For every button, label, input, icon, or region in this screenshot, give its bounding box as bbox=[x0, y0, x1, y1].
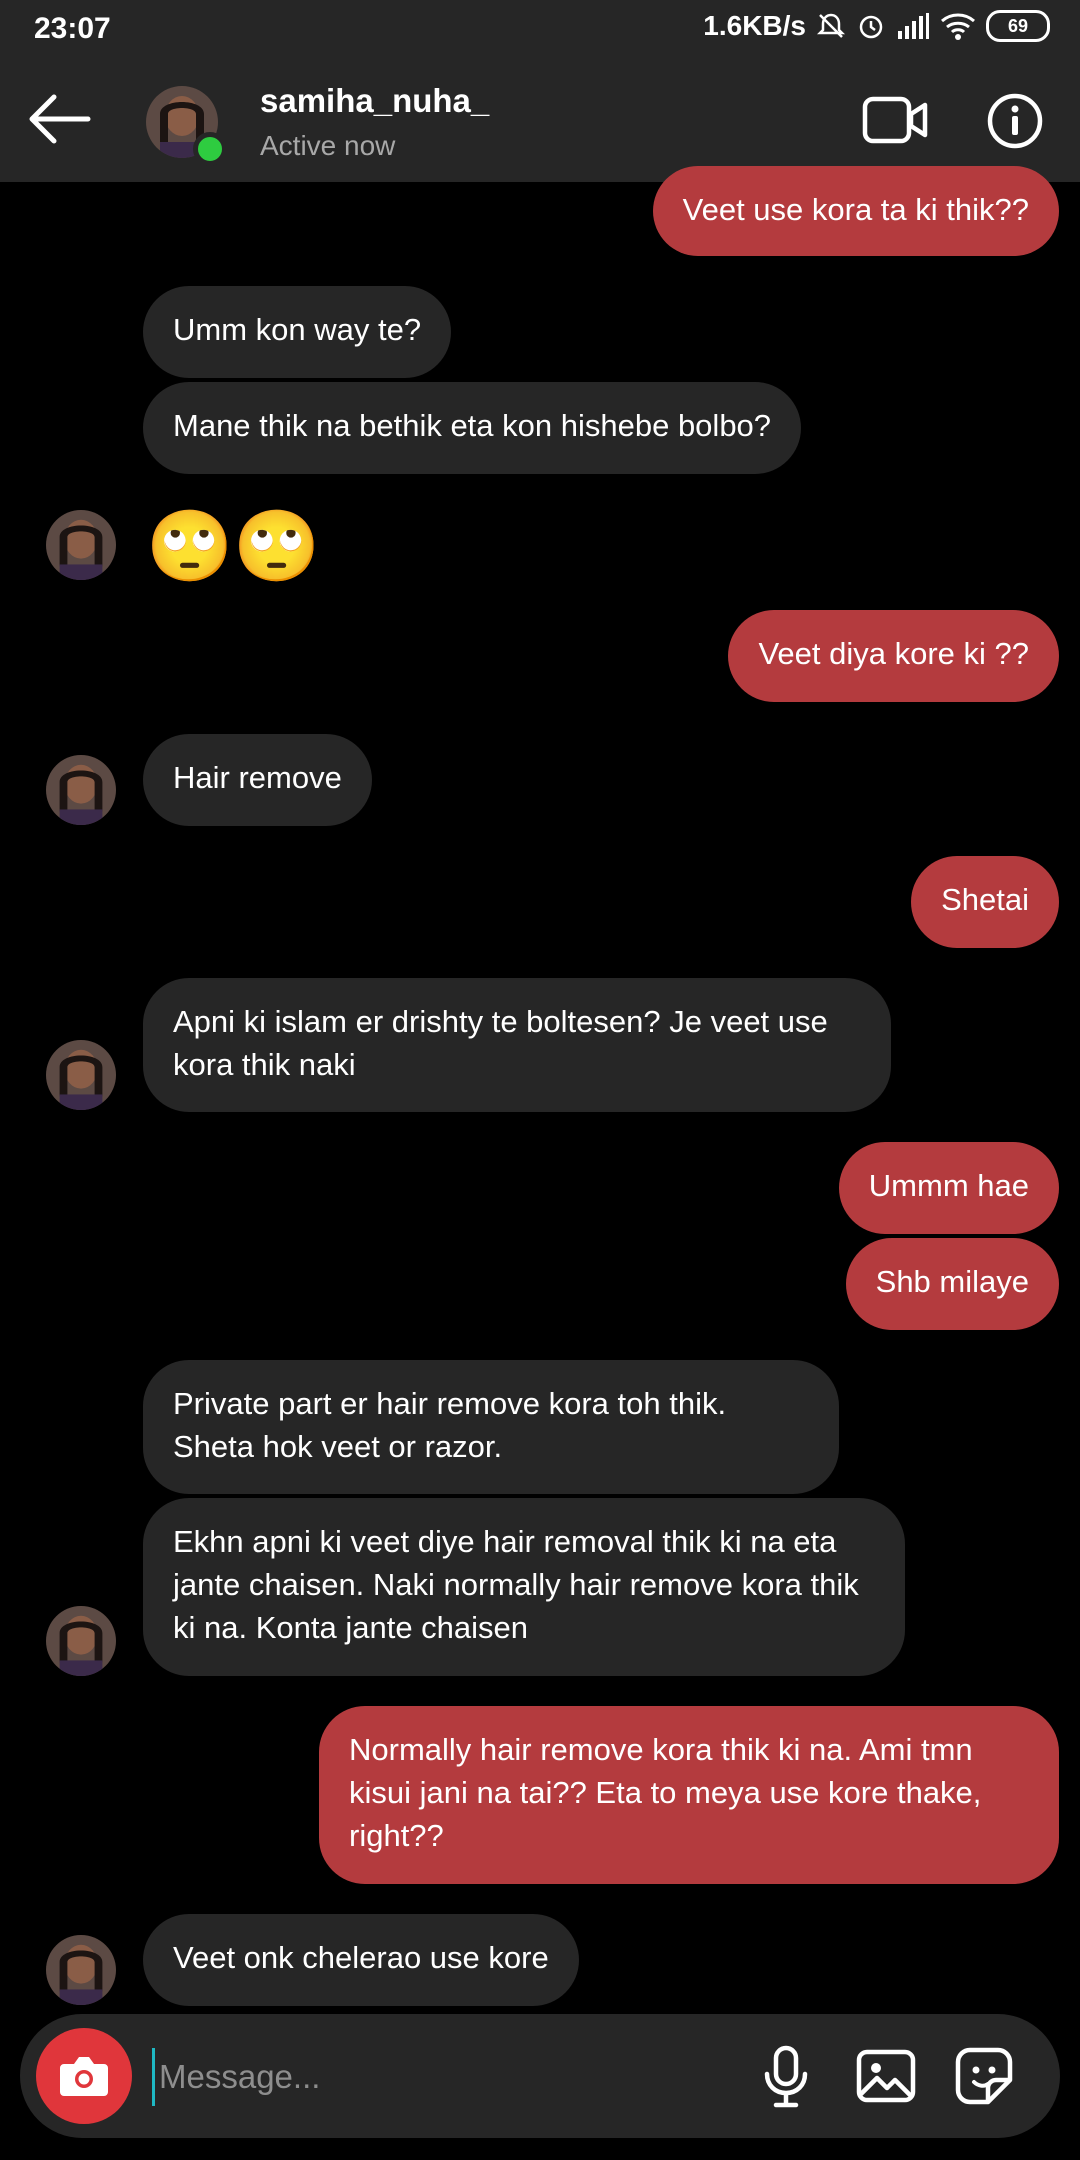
message-bubble-outgoing[interactable]: Veet use kora ta ki thik?? bbox=[652, 166, 1059, 256]
sticker-icon[interactable] bbox=[950, 2042, 1018, 2110]
message-composer bbox=[20, 2014, 1060, 2138]
arrow-left-icon[interactable] bbox=[24, 84, 94, 154]
signal-icon bbox=[898, 13, 929, 39]
camera-button[interactable] bbox=[36, 2028, 132, 2124]
message-bubble-incoming[interactable]: Umm kon way te? bbox=[143, 286, 452, 378]
battery-indicator: 69 bbox=[986, 10, 1050, 42]
info-icon[interactable] bbox=[986, 92, 1044, 150]
microphone-icon[interactable] bbox=[752, 2042, 820, 2110]
active-status-label: Active now bbox=[260, 130, 396, 161]
mute-bell-icon bbox=[816, 13, 846, 38]
avatar[interactable] bbox=[46, 1606, 116, 1676]
message-bubble-outgoing[interactable]: Veet diya kore ki ?? bbox=[728, 610, 1059, 702]
image-icon[interactable] bbox=[852, 2042, 920, 2110]
avatar[interactable] bbox=[46, 1040, 116, 1110]
status-bar: 23:07 1.6KB/s 69 bbox=[0, 0, 1080, 60]
chat-username[interactable]: samiha_nuha_ bbox=[260, 82, 489, 120]
avatar[interactable] bbox=[46, 510, 116, 580]
network-speed: 1.6KB/s bbox=[703, 10, 806, 41]
status-time: 23:07 bbox=[34, 12, 111, 45]
message-bubble-incoming[interactable]: Mane thik na bethik eta kon hishebe bolb… bbox=[143, 382, 802, 474]
message-input[interactable] bbox=[152, 2048, 741, 2106]
camera-icon bbox=[60, 2057, 108, 2096]
avatar[interactable] bbox=[46, 1935, 116, 2005]
message-bubble-incoming[interactable]: Veet onk chelerao use kore bbox=[143, 1914, 579, 2006]
video-camera-icon[interactable] bbox=[862, 94, 928, 146]
message-bubble-outgoing[interactable]: Shetai bbox=[911, 856, 1059, 948]
battery-level: 69 bbox=[1007, 15, 1029, 36]
message-bubble-outgoing[interactable]: Normally hair remove kora thik ki na. Am… bbox=[319, 1706, 1059, 1884]
message-bubble-outgoing[interactable]: Shb milaye bbox=[845, 1238, 1059, 1330]
alarm-icon bbox=[859, 15, 883, 39]
message-bubble-incoming[interactable]: Apni ki islam er drishty te boltesen? Je… bbox=[143, 978, 891, 1112]
avatar[interactable] bbox=[46, 755, 116, 825]
active-status-dot bbox=[193, 132, 227, 166]
emoji-message[interactable]: 🙄🙄 bbox=[146, 506, 320, 586]
message-bubble-incoming[interactable]: Hair remove bbox=[143, 734, 372, 826]
message-bubble-incoming[interactable]: Private part er hair remove kora toh thi… bbox=[143, 1360, 839, 1494]
status-icons: 1.6KB/s 69 bbox=[703, 10, 1050, 42]
message-bubble-incoming[interactable]: Ekhn apni ki veet diye hair removal thik… bbox=[143, 1498, 905, 1676]
wifi-icon bbox=[941, 13, 975, 40]
chat-header: samiha_nuha_ Active now bbox=[0, 60, 1080, 182]
message-bubble-outgoing[interactable]: Ummm hae bbox=[838, 1142, 1059, 1234]
